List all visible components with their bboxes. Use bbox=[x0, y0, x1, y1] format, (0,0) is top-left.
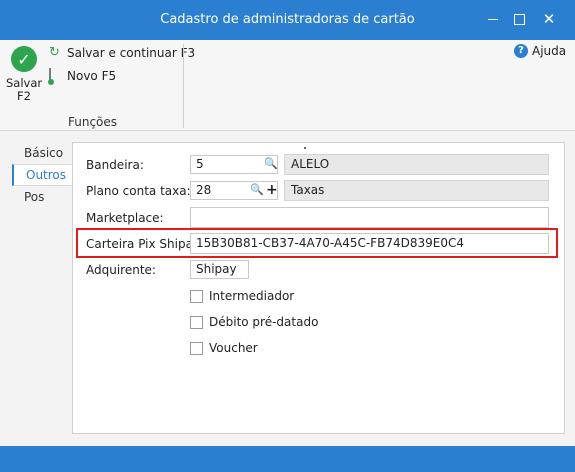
bandeira-label: Bandeira: bbox=[86, 158, 144, 172]
adquirente-label: Adquirente: bbox=[86, 263, 156, 277]
ribbon-group-label: Funções bbox=[67, 115, 118, 129]
plano-conta-taxa-label: Plano conta taxa: bbox=[86, 184, 191, 198]
vertical-tabs: Básico Outros Pos bbox=[0, 131, 72, 451]
marketplace-label: Marketplace: bbox=[86, 211, 164, 225]
bandeira-description: ALELO bbox=[284, 154, 549, 175]
save-button[interactable]: ✓ Salvar F2 bbox=[6, 46, 42, 108]
search-icon[interactable]: 🔍 bbox=[250, 183, 264, 196]
plus-icon[interactable]: + bbox=[266, 183, 278, 197]
save-continue-icon: ↻ bbox=[49, 45, 60, 60]
debito-pre-datado-checkbox-row[interactable]: Débito pré-datado bbox=[190, 315, 318, 329]
intermediador-checkbox-row[interactable]: Intermediador bbox=[190, 289, 294, 303]
save-shortcut: F2 bbox=[17, 89, 31, 103]
resize-grip bbox=[304, 147, 306, 149]
tab-pos[interactable]: Pos bbox=[24, 187, 44, 207]
ribbon-separator bbox=[183, 44, 184, 128]
checkmark-icon: ✓ bbox=[11, 46, 37, 72]
adquirente-input[interactable]: Shipay bbox=[190, 260, 249, 279]
status-bar bbox=[0, 446, 575, 472]
help-button[interactable]: ? Ajuda bbox=[514, 44, 566, 58]
minimize-icon bbox=[488, 19, 498, 20]
plano-conta-taxa-input[interactable]: 28 bbox=[190, 181, 278, 200]
maximize-button[interactable] bbox=[504, 8, 534, 30]
highlight-box bbox=[76, 228, 558, 258]
help-icon: ? bbox=[514, 44, 528, 58]
intermediador-label: Intermediador bbox=[209, 289, 295, 303]
title-bar: Cadastro de administradoras de cartão ✕ bbox=[0, 0, 575, 40]
marketplace-input[interactable] bbox=[190, 207, 549, 228]
close-button[interactable]: ✕ bbox=[534, 8, 564, 30]
new-button[interactable]: Novo F5 bbox=[49, 67, 116, 85]
search-icon[interactable]: 🔍 bbox=[264, 157, 278, 170]
voucher-checkbox-row[interactable]: Voucher bbox=[190, 341, 258, 355]
maximize-icon bbox=[514, 14, 525, 25]
tab-outros[interactable]: Outros bbox=[12, 164, 72, 186]
new-label: Novo F5 bbox=[67, 69, 117, 83]
voucher-label: Voucher bbox=[209, 341, 258, 355]
intermediador-checkbox[interactable] bbox=[190, 289, 203, 303]
new-document-icon bbox=[49, 68, 51, 84]
save-continue-label: Salvar e continuar F3 bbox=[67, 46, 196, 60]
voucher-checkbox[interactable] bbox=[190, 341, 203, 355]
tab-basico[interactable]: Básico bbox=[24, 143, 63, 163]
debito-pre-datado-checkbox[interactable] bbox=[190, 315, 203, 329]
debito-pre-datado-label: Débito pré-datado bbox=[209, 315, 319, 329]
help-label: Ajuda bbox=[532, 44, 567, 58]
plano-conta-taxa-description: Taxas bbox=[284, 180, 549, 201]
window: Cadastro de administradoras de cartão ✕ … bbox=[0, 0, 575, 472]
save-continue-button[interactable]: ↻ Salvar e continuar F3 bbox=[49, 44, 195, 62]
close-icon: ✕ bbox=[542, 10, 556, 28]
